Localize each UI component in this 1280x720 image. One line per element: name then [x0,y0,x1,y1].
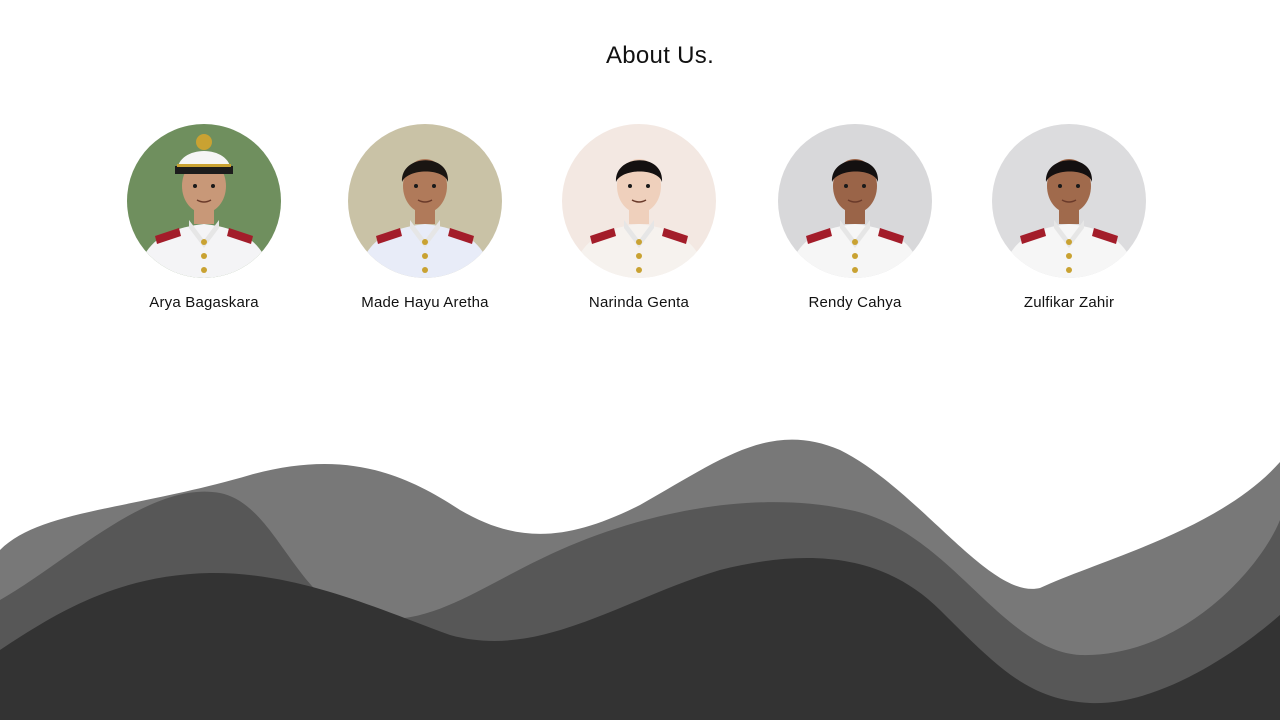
member-name: Made Hayu Aretha [361,294,489,311]
about-us-page: About Us. Arya Bagaskara Made Hayu Areth… [0,0,1280,720]
avatar[interactable] [992,124,1146,278]
member-name: Zulfikar Zahir [1023,294,1115,311]
avatar[interactable] [348,124,502,278]
member-name: Arya Bagaskara [149,294,259,311]
avatar[interactable] [562,124,716,278]
team-member-card: Arya Bagaskara [94,124,314,311]
page-title: About Us. [605,42,715,69]
team-member-card: Rendy Cahya [745,124,965,311]
portrait-photo [778,124,932,278]
member-name: Rendy Cahya [808,294,902,311]
avatar[interactable] [778,124,932,278]
decorative-waves [0,439,1280,720]
portrait-photo [348,124,502,278]
avatar[interactable] [127,124,281,278]
portrait-photo [562,124,716,278]
team-member-card: Narinda Genta [529,124,749,311]
team-member-card: Zulfikar Zahir [959,124,1179,311]
team-member-card: Made Hayu Aretha [315,124,535,311]
member-name: Narinda Genta [588,294,690,311]
portrait-photo [127,124,281,278]
portrait-photo [992,124,1146,278]
